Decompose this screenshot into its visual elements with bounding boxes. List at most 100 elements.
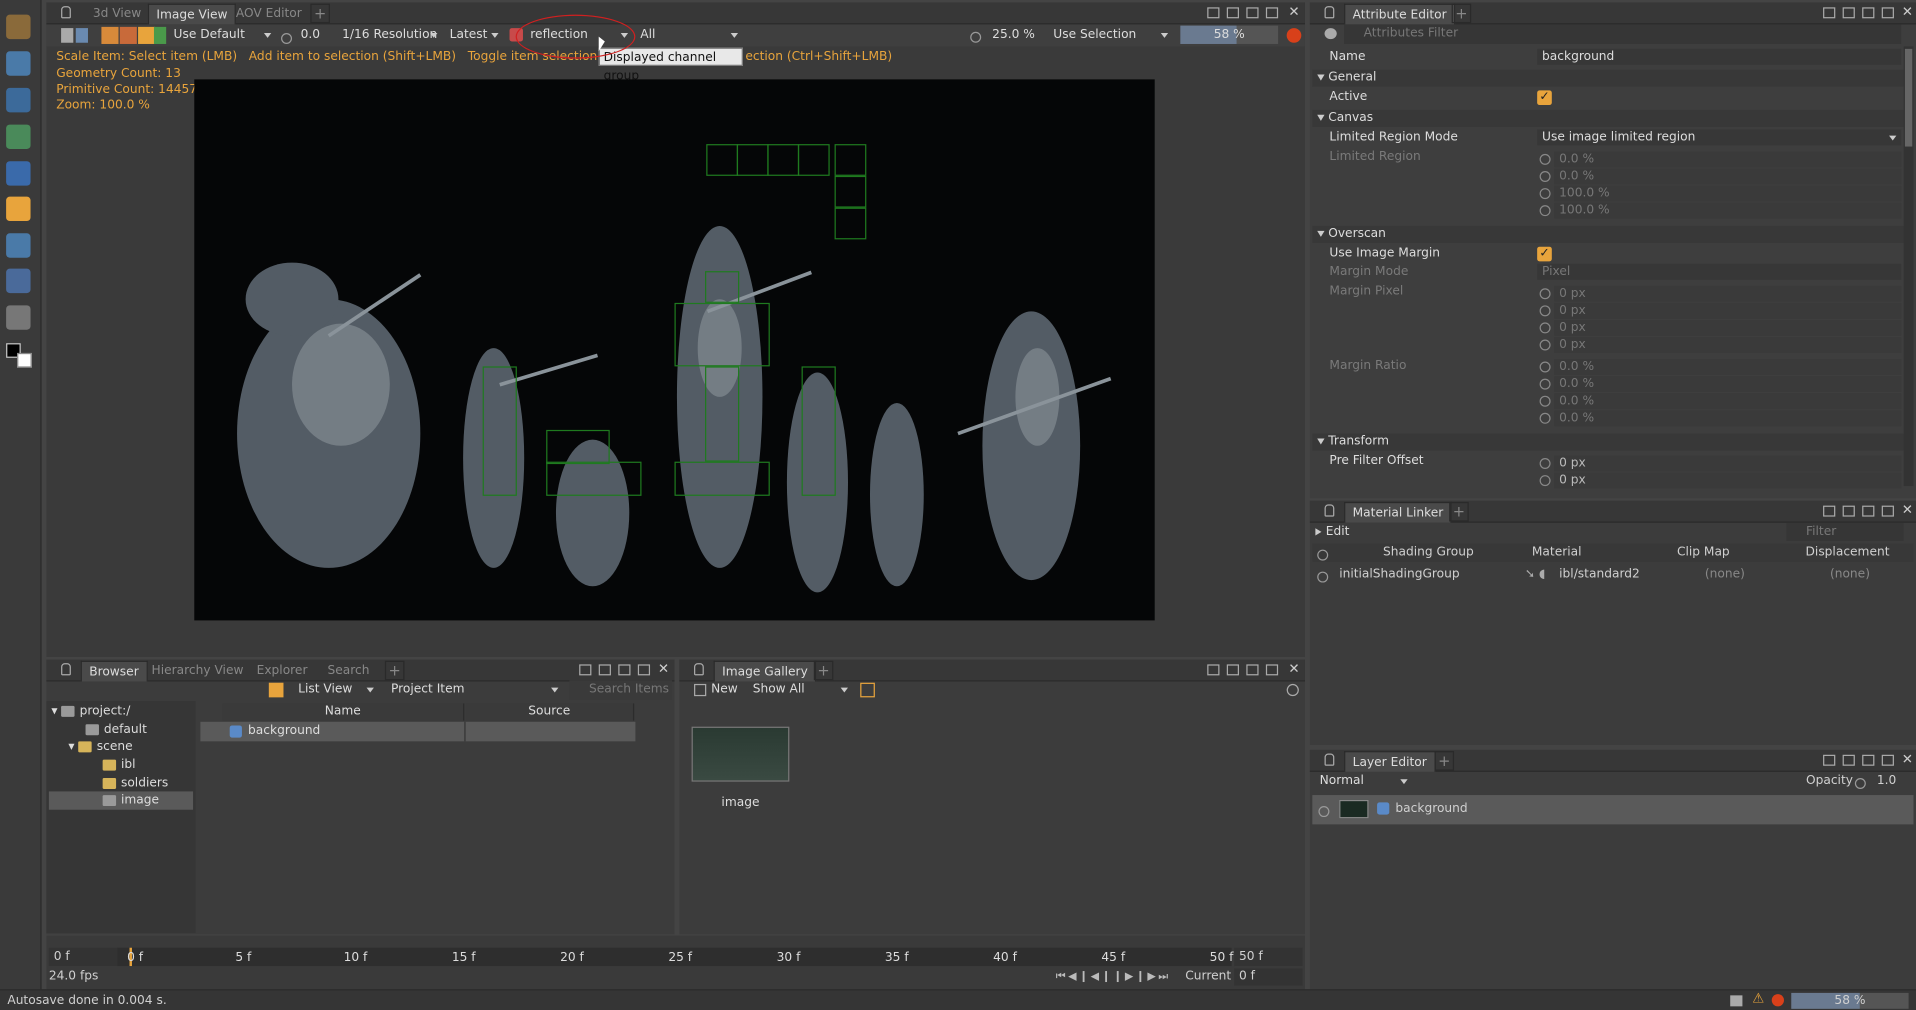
value-field[interactable]: 0 px [1554,455,1902,472]
limited-region-mode-dropdown[interactable]: Use image limited region [1537,129,1902,146]
value-field[interactable]: 0 px [1554,319,1902,336]
tree-item-ibl[interactable]: ibl [49,756,193,774]
tree-item-default[interactable]: default [49,721,193,739]
channel-dropdown[interactable]: All [635,26,743,46]
add-tab-button[interactable]: + [1434,751,1455,771]
mari-logo-icon[interactable] [6,14,31,40]
channel-icon[interactable] [138,26,156,44]
tab-image-view[interactable]: Image View [147,3,237,25]
view-mode-dropdown[interactable]: List View [293,680,379,700]
column-header-source[interactable]: Source [465,703,635,721]
version-dropdown[interactable]: Latest [445,26,504,46]
tab-3d-view[interactable]: 3d View [86,4,149,25]
transport-controls[interactable]: ⏮◀❙◀❙❙▶❙▶⏭ [1056,971,1171,983]
browser-search-input[interactable]: Search Items [569,680,673,700]
attributes-filter-input[interactable]: Attributes Filter [1344,24,1902,44]
tree-item-scene[interactable]: ▾ scene [49,738,193,756]
keyframe-toggle-icon[interactable] [1539,475,1551,487]
split-icon[interactable] [618,664,631,676]
close-icon[interactable]: ✕ [1901,503,1913,517]
material-value[interactable]: ibl/standard2 [1525,565,1640,583]
tab-browser[interactable]: Browser [80,660,148,682]
lock-icon[interactable] [1324,753,1335,766]
close-icon[interactable]: ✕ [657,662,669,675]
value-field[interactable]: 0 px [1554,472,1902,489]
checker-icon[interactable] [101,26,119,44]
split-icon[interactable] [1862,754,1875,766]
value-field[interactable]: 0.0 % [1554,410,1902,427]
tab-hierarchy-view[interactable]: Hierarchy View [144,661,251,682]
keyframe-toggle-icon[interactable] [1539,170,1551,182]
keyframe-toggle-icon[interactable] [1539,339,1551,351]
tree-item-project[interactable]: ▾ project:/ [49,702,193,720]
cube-icon[interactable] [6,51,31,76]
float-icon[interactable] [1207,7,1220,19]
edit-menu[interactable]: Edit [1315,524,1349,541]
warning-icon[interactable]: ⚠ [1752,990,1764,1006]
tree-item-soldiers[interactable]: soldiers [49,774,193,792]
trash-icon[interactable] [1730,995,1743,1007]
layer-visibility-icon[interactable] [1318,804,1330,822]
value-field[interactable]: 0.0 % [1554,151,1902,168]
render-canvas[interactable] [194,79,1155,621]
maximize-icon[interactable] [1265,664,1279,676]
add-tab-button[interactable]: + [813,660,834,681]
lock-icon[interactable] [61,663,71,676]
keyframe-toggle-icon[interactable] [1539,457,1551,469]
split-icon[interactable] [1862,7,1875,19]
blend-mode-dropdown[interactable]: Normal [1315,772,1413,792]
close-icon[interactable]: ✕ [1901,752,1913,766]
maximize-icon[interactable] [637,664,651,676]
maximize-icon[interactable] [1881,754,1894,766]
float-icon[interactable] [1823,7,1836,19]
close-icon[interactable]: ✕ [1288,662,1300,675]
close-icon[interactable]: ✕ [1901,5,1913,18]
value-field[interactable]: 0 px [1554,337,1902,353]
minimize-icon[interactable] [1226,7,1240,19]
float-icon[interactable] [579,664,592,676]
current-frame-field[interactable]: 0 f [1234,968,1303,986]
item-type-dropdown[interactable]: Project Item [386,680,563,700]
resolution-dropdown[interactable]: 1/16 Resolution [337,26,442,46]
column-header-material[interactable]: Material [1483,543,1630,561]
tab-material-linker[interactable]: Material Linker [1344,501,1452,523]
end-frame-field[interactable]: 50 f [1234,947,1303,967]
opacity-field[interactable]: 1.0 [1874,772,1911,792]
minimize-icon[interactable] [1842,754,1855,766]
displacement-value[interactable]: (none) [1813,565,1886,583]
value-field[interactable]: 0.0 % [1554,168,1902,185]
attribute-scrollbar[interactable] [1903,46,1914,487]
value-field[interactable]: 0 px [1554,285,1902,302]
lock-icon[interactable] [61,6,71,19]
add-tab-button[interactable]: + [1451,3,1472,24]
save-image-icon[interactable] [75,28,88,43]
layer-row[interactable]: background [1312,795,1914,825]
close-icon[interactable]: ✕ [1288,5,1300,18]
keyframe-toggle-icon[interactable] [1539,395,1551,407]
section-general[interactable]: General [1312,69,1904,87]
clip-map-value[interactable]: (none) [1679,565,1765,583]
keyframe-toggle-icon[interactable] [1539,361,1551,373]
maximize-icon[interactable] [1265,7,1279,19]
minimize-icon[interactable] [1842,505,1855,517]
table-row[interactable]: background [200,721,636,742]
value-field[interactable]: 0 px [1554,302,1902,319]
start-frame-field[interactable]: 0 f [48,947,118,967]
use-image-margin-checkbox[interactable]: ✓ [1537,246,1552,262]
scrollbar-thumb[interactable] [1904,48,1913,147]
minimize-icon[interactable] [1226,664,1240,676]
keyframe-toggle-icon[interactable] [1539,322,1551,334]
visibility-icon[interactable] [1317,569,1329,587]
value-field[interactable]: 100.0 % [1554,185,1902,202]
lock-icon[interactable] [694,663,704,676]
section-transform[interactable]: Transform [1312,433,1904,451]
active-checkbox[interactable]: ✓ [1537,90,1552,106]
keyframe-toggle-icon[interactable] [1539,378,1551,390]
maximize-icon[interactable] [1881,7,1894,19]
fps-field[interactable]: 24.0 fps [49,968,99,985]
tab-layer-editor[interactable]: Layer Editor [1344,751,1436,772]
column-header-clip-map[interactable]: Clip Map [1630,543,1777,561]
value-field[interactable]: 100.0 % [1554,202,1902,219]
eraser-icon[interactable] [6,305,31,330]
minimize-icon[interactable] [598,664,611,676]
